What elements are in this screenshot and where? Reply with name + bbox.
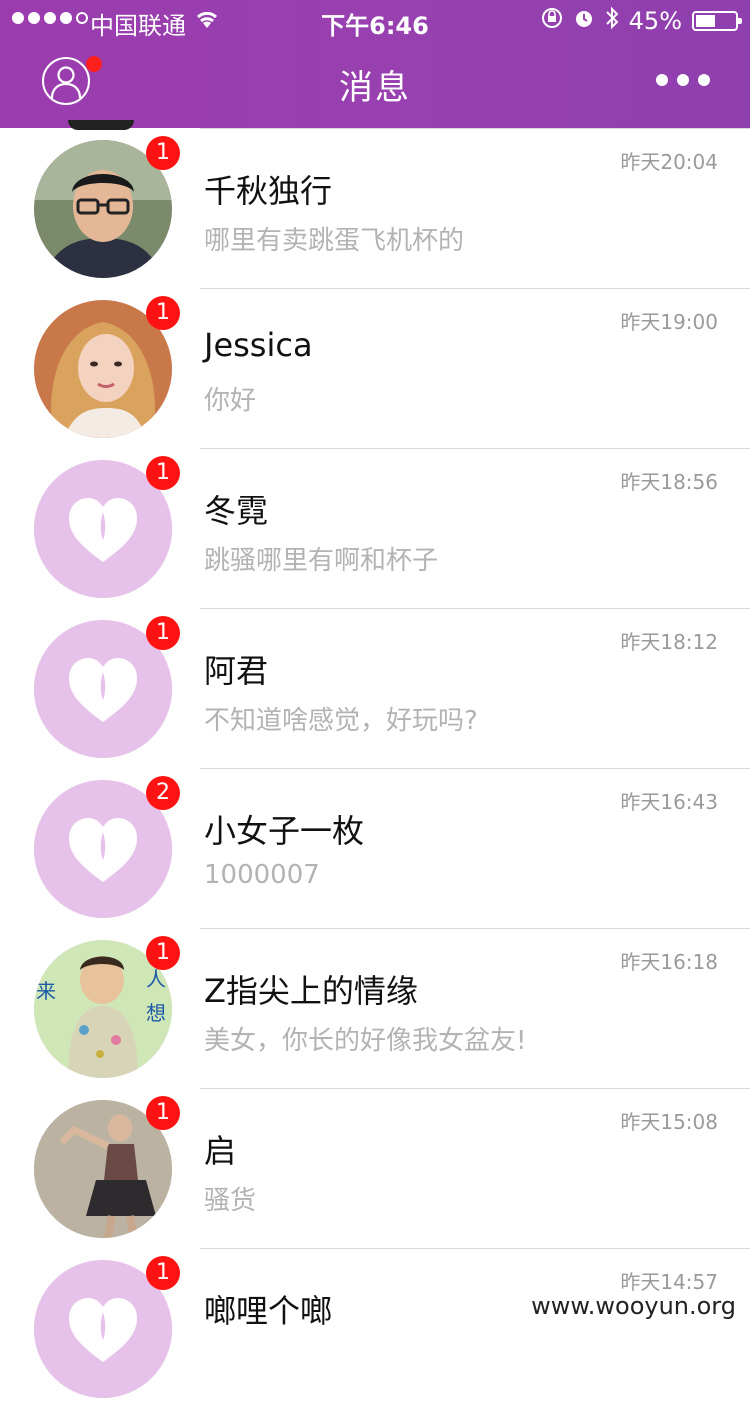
- top-bar: 中国联通 下午6:46 45% 消息: [0, 0, 750, 128]
- contact-name: Jessica: [204, 326, 313, 364]
- svg-text:人: 人: [146, 967, 166, 991]
- conversation-item[interactable]: 来 人想 1 Z指尖上的情缘美女，你长的好像我女盆友! 昨天16:18: [0, 928, 750, 1088]
- nav-bar: 消息: [0, 40, 750, 128]
- message-preview: 跳骚哪里有啊和杯子: [204, 546, 439, 576]
- row-divider: [200, 928, 750, 929]
- bluetooth-icon: [605, 6, 619, 36]
- more-options-icon[interactable]: [656, 74, 710, 86]
- message-preview: 1000007: [204, 860, 320, 890]
- row-divider: [200, 128, 750, 129]
- status-bar: 中国联通 下午6:46 45%: [0, 0, 750, 40]
- unread-badge: 1: [146, 296, 180, 330]
- message-preview: 哪里有卖跳蛋飞机杯的: [204, 226, 465, 256]
- message-time: 昨天19:00: [620, 310, 718, 334]
- conversation-item[interactable]: 2 小女子一枚 1000007 昨天16:43: [0, 768, 750, 928]
- message-preview: 不知道啥感觉，好玩吗?: [204, 706, 478, 736]
- conversation-item[interactable]: 1 启骚货 昨天15:08: [0, 1088, 750, 1248]
- contact-name: 冬霓: [204, 492, 269, 530]
- contact-name: 小女子一枚: [204, 812, 365, 850]
- unread-badge: 1: [146, 1256, 180, 1290]
- conversation-item[interactable]: 1 阿君不知道啥感觉，好玩吗? 昨天18:12: [0, 608, 750, 768]
- conversation-item[interactable]: 1 冬霓跳骚哪里有啊和杯子 昨天18:56: [0, 448, 750, 608]
- alarm-icon: [573, 7, 595, 35]
- contact-name: Z指尖上的情缘: [204, 972, 418, 1010]
- unread-badge: 1: [146, 136, 180, 170]
- conversation-item[interactable]: 1 千秋独行哪里有卖跳蛋飞机杯的 昨天20:04: [0, 128, 750, 288]
- row-divider: [200, 448, 750, 449]
- conversation-item[interactable]: 1 啷哩个啷 昨天14:57: [0, 1248, 750, 1408]
- battery-icon: [692, 11, 742, 31]
- message-preview: 你好: [204, 386, 257, 416]
- row-divider: [200, 288, 750, 289]
- row-divider: [200, 768, 750, 769]
- message-time: 昨天14:57: [620, 1270, 718, 1294]
- contact-name: 千秋独行: [204, 172, 333, 210]
- contact-name: 启: [204, 1132, 237, 1170]
- page-title: 消息: [339, 68, 411, 108]
- row-divider: [200, 1088, 750, 1089]
- contact-name: 阿君: [204, 652, 269, 690]
- conversation-list: 1 千秋独行 哪里有卖跳蛋飞机杯的 昨天20:04 1 Jessica 你好 昨天19:00 1…: [0, 128, 750, 1408]
- message-preview: 美女，你长的好像我女盆友!: [204, 1026, 527, 1056]
- message-time: 昨天16:43: [620, 790, 718, 814]
- message-time: 昨天18:12: [620, 630, 718, 654]
- contact-name: 啷哩个啷: [204, 1292, 333, 1330]
- message-time: 昨天18:56: [620, 470, 718, 494]
- message-time: 昨天20:04: [620, 150, 718, 174]
- unread-badge: 1: [146, 616, 180, 650]
- unread-badge: 1: [146, 936, 180, 970]
- unread-badge: 2: [146, 776, 180, 810]
- unread-badge: 1: [146, 1096, 180, 1130]
- message-time: 昨天16:18: [620, 950, 718, 974]
- row-divider: [200, 608, 750, 609]
- row-divider: [200, 1248, 750, 1249]
- svg-text:想: 想: [146, 1001, 166, 1025]
- message-time: 昨天15:08: [620, 1110, 718, 1134]
- unread-badge: 1: [146, 456, 180, 490]
- battery-percent: 45%: [628, 7, 682, 35]
- watermark: www.wooyun.org: [527, 1292, 740, 1320]
- conversation-item[interactable]: 1 Jessica 你好 昨天19:00: [0, 288, 750, 448]
- message-preview: 骚货: [204, 1186, 257, 1216]
- rotation-lock-icon: [541, 7, 563, 35]
- svg-text:来: 来: [36, 979, 56, 1003]
